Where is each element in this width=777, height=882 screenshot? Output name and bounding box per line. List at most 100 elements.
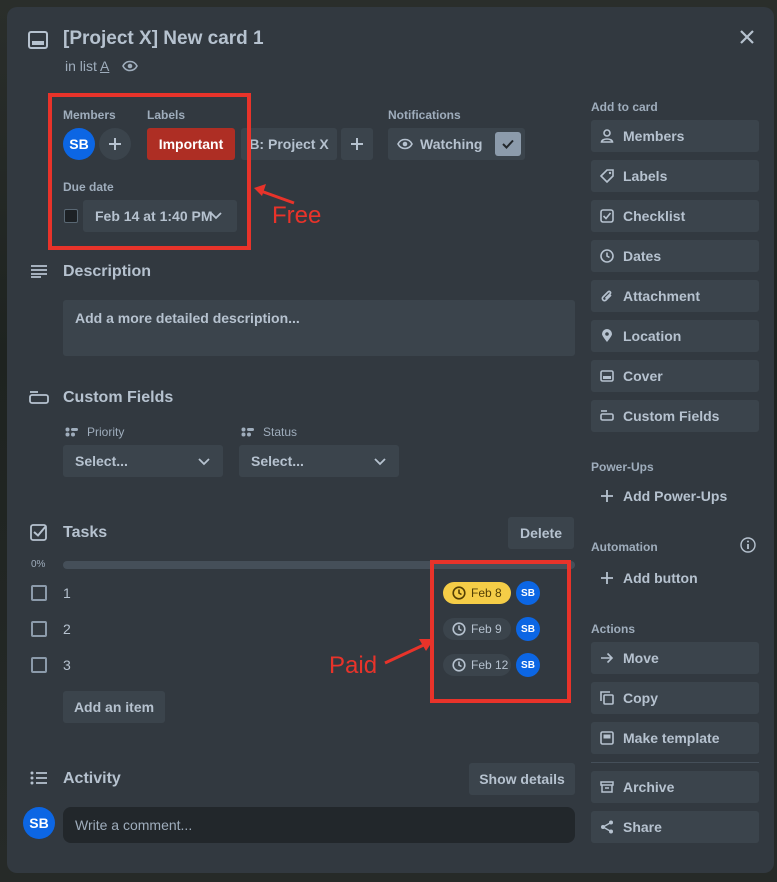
plus-icon: [351, 138, 363, 150]
add-button-button[interactable]: Add button: [591, 562, 759, 594]
priority-label: Priority: [87, 425, 125, 439]
status-select[interactable]: Select...: [239, 445, 399, 477]
sidebar-checklist-button[interactable]: Checklist: [591, 200, 759, 232]
show-details-button[interactable]: Show details: [469, 763, 575, 795]
tasks-title: Tasks: [63, 524, 108, 541]
sidebar-location-button[interactable]: Location: [591, 320, 759, 352]
sidebar-share-label: Share: [623, 819, 662, 835]
watching-label: Watching: [420, 136, 483, 152]
add-to-card-label: Add to card: [591, 100, 658, 114]
task-checkbox[interactable]: [31, 621, 47, 637]
sidebar-members-button[interactable]: Members: [591, 120, 759, 152]
comment-input[interactable]: Write a comment...: [63, 807, 575, 843]
add-button-label: Add button: [623, 570, 698, 586]
actions-label: Actions: [591, 622, 636, 636]
sidebar-cover-button[interactable]: Cover: [591, 360, 759, 392]
label-project-x[interactable]: B: Project X: [241, 128, 337, 160]
chevron-down-icon: [373, 457, 387, 467]
add-power-ups-button[interactable]: Add Power-Ups: [591, 480, 759, 512]
add-item-button[interactable]: Add an item: [63, 691, 165, 723]
custom-fields-icon: [599, 408, 615, 424]
tag-icon: [599, 168, 615, 184]
list-link[interactable]: A: [100, 58, 109, 74]
checklist-icon: [599, 208, 615, 224]
chevron-down-icon: [197, 457, 211, 467]
status-value: Select...: [251, 453, 304, 469]
sidebar-archive-label: Archive: [623, 779, 675, 795]
sidebar-divider: [591, 762, 759, 763]
person-icon: [599, 128, 615, 144]
priority-value: Select...: [75, 453, 128, 469]
field-type-icon: [241, 426, 255, 438]
watching-button[interactable]: Watching: [388, 128, 525, 160]
in-list-text: in list A: [65, 58, 110, 74]
sidebar-share-button[interactable]: Share: [591, 811, 759, 843]
sidebar-dates-button[interactable]: Dates: [591, 240, 759, 272]
power-ups-label: Power-Ups: [591, 460, 654, 474]
check-icon: [495, 132, 521, 156]
description-icon: [29, 263, 49, 279]
task-text[interactable]: 3: [63, 657, 71, 673]
activity-icon: [29, 770, 49, 786]
sidebar-copy-button[interactable]: Copy: [591, 682, 759, 714]
plus-icon: [599, 570, 615, 586]
task-checkbox[interactable]: [31, 657, 47, 673]
sidebar-make-template-label: Make template: [623, 730, 720, 746]
cover-icon: [599, 368, 615, 384]
sidebar-custom-fields-button[interactable]: Custom Fields: [591, 400, 759, 432]
sidebar-location-label: Location: [623, 328, 682, 344]
automation-label: Automation: [591, 540, 658, 554]
paid-annotation-box: [430, 560, 571, 703]
task-text[interactable]: 2: [63, 621, 71, 637]
close-icon[interactable]: [735, 25, 759, 49]
sidebar-attachment-button[interactable]: Attachment: [591, 280, 759, 312]
add-label-button[interactable]: [341, 128, 373, 160]
sidebar-dates-label: Dates: [623, 248, 662, 264]
sidebar-archive-button[interactable]: Archive: [591, 771, 759, 803]
notifications-label: Notifications: [388, 108, 461, 122]
plus-icon: [599, 488, 615, 504]
clock-icon: [599, 248, 615, 264]
custom-fields-icon: [28, 390, 50, 406]
free-annotation-box: [48, 93, 251, 250]
priority-select[interactable]: Select...: [63, 445, 223, 477]
sidebar-labels-label: Labels: [623, 168, 668, 184]
sidebar-custom-fields-label: Custom Fields: [623, 408, 720, 424]
sidebar-labels-button[interactable]: Labels: [591, 160, 759, 192]
card-detail-modal: [Project X] New card 1 in list A Members…: [7, 7, 774, 873]
sidebar-checklist-label: Checklist: [623, 208, 686, 224]
eye-icon: [397, 137, 413, 151]
field-type-icon: [65, 426, 79, 438]
checklist-icon: [29, 522, 49, 542]
card-icon: [27, 29, 49, 51]
description-title: Description: [63, 263, 152, 280]
progress-percent: 0%: [31, 559, 46, 570]
template-icon: [599, 730, 615, 746]
card-title[interactable]: [Project X] New card 1: [63, 28, 264, 50]
info-icon[interactable]: [739, 536, 757, 554]
copy-icon: [599, 690, 615, 706]
paid-arrow-icon: [384, 639, 434, 665]
sidebar-members-label: Members: [623, 128, 685, 144]
sidebar-move-button[interactable]: Move: [591, 642, 759, 674]
delete-checklist-button[interactable]: Delete: [508, 517, 574, 549]
activity-title: Activity: [63, 770, 121, 787]
status-label: Status: [263, 425, 298, 439]
sidebar-copy-label: Copy: [623, 690, 658, 706]
free-annotation-label: Free: [272, 202, 322, 229]
sidebar-make-template-button[interactable]: Make template: [591, 722, 759, 754]
sidebar-move-label: Move: [623, 650, 659, 666]
archive-icon: [599, 779, 615, 795]
sidebar-cover-label: Cover: [623, 368, 663, 384]
description-input[interactable]: Add a more detailed description...: [63, 300, 575, 356]
location-pin-icon: [599, 328, 615, 344]
paperclip-icon: [599, 288, 615, 304]
sidebar-attachment-label: Attachment: [623, 288, 701, 304]
task-text[interactable]: 1: [63, 585, 71, 601]
paid-annotation-label: Paid: [329, 652, 378, 679]
custom-fields-title: Custom Fields: [63, 389, 174, 406]
eye-icon[interactable]: [121, 58, 139, 74]
avatar[interactable]: SB: [23, 807, 55, 839]
task-checkbox[interactable]: [31, 585, 47, 601]
share-icon: [599, 819, 615, 835]
